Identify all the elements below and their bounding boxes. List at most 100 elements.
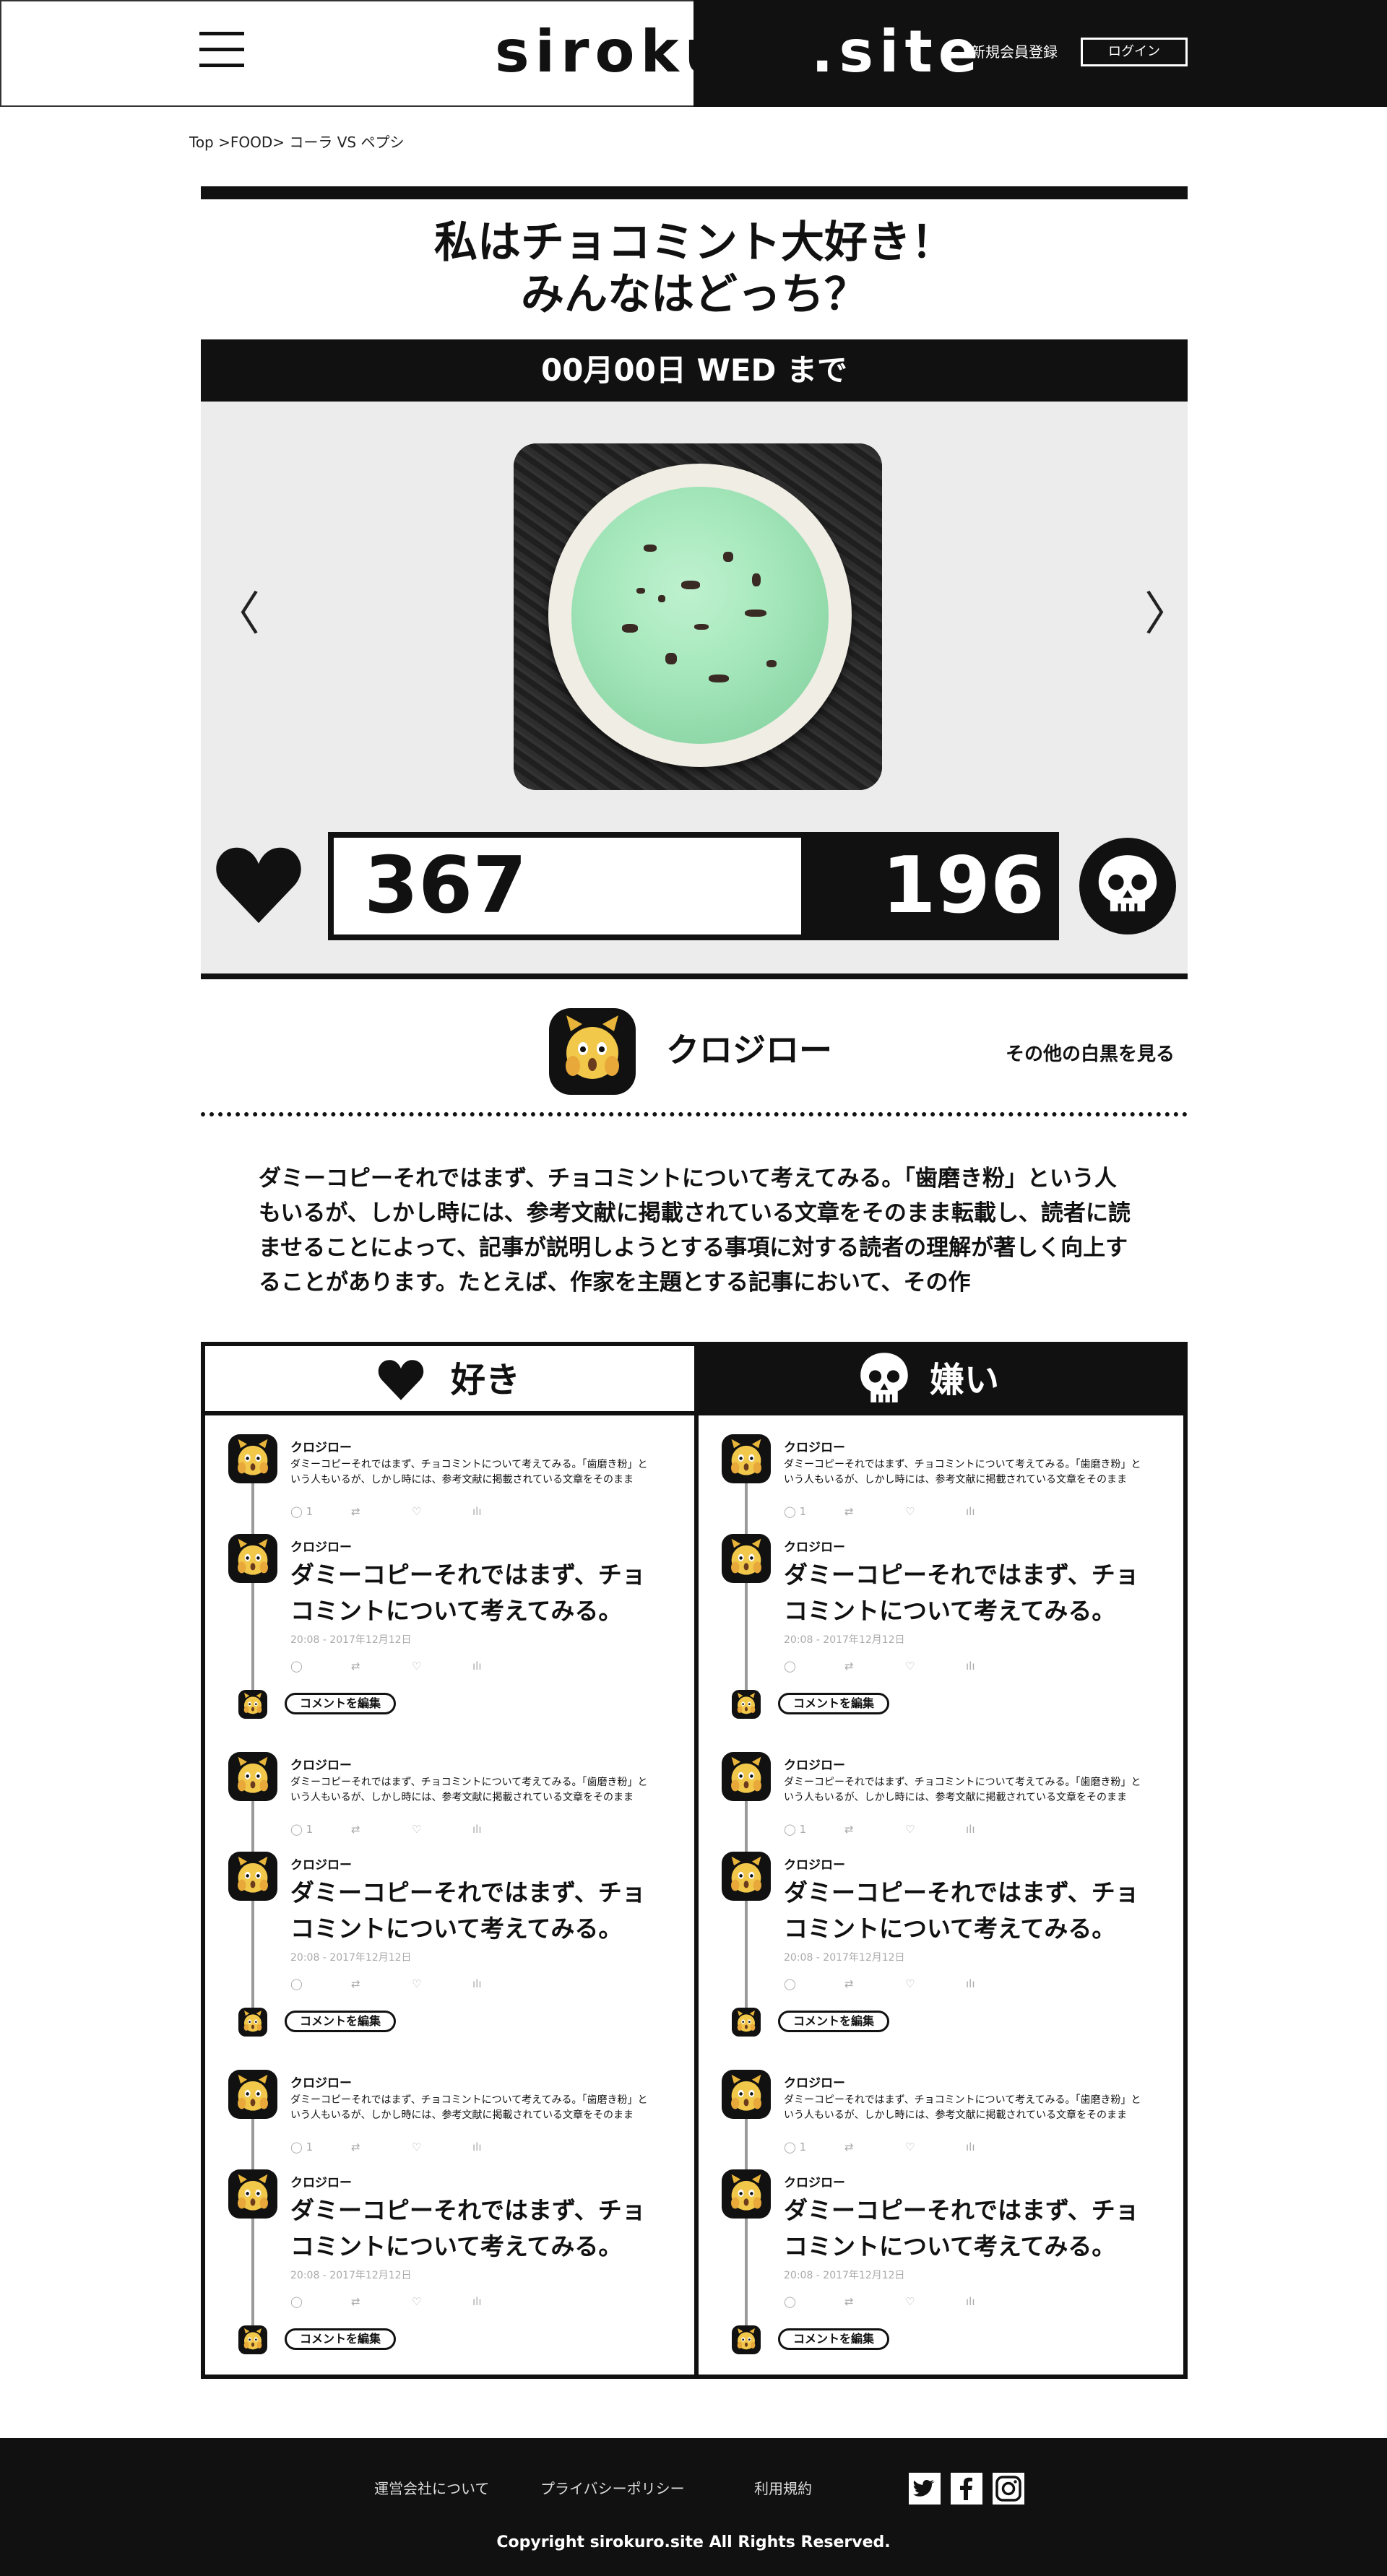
author-avatar[interactable] (549, 1008, 636, 1095)
retweet-icon[interactable]: ⇄ (351, 2295, 412, 2308)
like-icon[interactable]: ♡ (412, 1505, 472, 1518)
retweet-icon[interactable]: ⇄ (844, 2295, 905, 2308)
instagram-icon[interactable] (993, 2473, 1024, 2505)
stats-icon[interactable]: ılı (472, 1823, 533, 1836)
retweet-icon[interactable]: ⇄ (351, 1823, 412, 1836)
like-icon[interactable]: ♡ (905, 2141, 966, 2154)
stats-icon[interactable]: ılı (966, 1660, 1027, 1673)
like-icon[interactable]: ♡ (412, 2141, 472, 2154)
reply-icon[interactable]: ◯ (784, 2295, 844, 2308)
reply-icon[interactable]: ◯ 1 (784, 1823, 844, 1836)
commenter-avatar[interactable] (722, 1852, 771, 1901)
edit-comment-button[interactable]: コメントを編集 (285, 2011, 396, 2032)
header: sirokuro.site 新規会員登録 ログイン (0, 0, 1387, 107)
facebook-icon[interactable] (951, 2473, 982, 2505)
retweet-icon[interactable]: ⇄ (844, 1823, 905, 1836)
reply-icon[interactable]: ◯ 1 (290, 1505, 351, 1518)
footer-link-company[interactable]: 運営会社について (374, 2479, 489, 2499)
stats-icon[interactable]: ılı (966, 1505, 1027, 1518)
retweet-icon[interactable]: ⇄ (351, 1660, 412, 1673)
edit-comment-button[interactable]: コメントを編集 (285, 2328, 396, 2350)
like-icon[interactable]: ♡ (412, 1977, 472, 1990)
stats-icon[interactable]: ılı (966, 2141, 1027, 2154)
footer-link-privacy[interactable]: プライバシーポリシー (540, 2479, 685, 2499)
breadcrumb[interactable]: Top >FOOD> コーラ VS ペプシ (189, 133, 404, 152)
like-icon[interactable]: ♡ (905, 2295, 966, 2308)
retweet-icon[interactable]: ⇄ (844, 1660, 905, 1673)
like-icon[interactable]: ♡ (412, 1823, 472, 1836)
like-icon[interactable]: ♡ (905, 1660, 966, 1673)
twitter-icon[interactable] (909, 2473, 941, 2505)
commenter-name[interactable]: クロジロー (784, 2175, 845, 2191)
edit-comment-button[interactable]: コメントを編集 (778, 1693, 889, 1714)
commenter-name[interactable]: クロジロー (290, 2175, 352, 2191)
footer-link-terms[interactable]: 利用規約 (754, 2479, 812, 2499)
stats-icon[interactable]: ılı (966, 1823, 1027, 1836)
heart-icon[interactable] (214, 841, 303, 930)
commenter-avatar[interactable] (722, 1534, 771, 1583)
like-icon[interactable]: ♡ (905, 1505, 966, 1518)
edit-comment-button[interactable]: コメントを編集 (285, 1693, 396, 1714)
like-icon[interactable]: ♡ (412, 2295, 472, 2308)
commenter-name[interactable]: クロジロー (784, 1857, 845, 1873)
commenter-name[interactable]: クロジロー (784, 1540, 845, 1556)
commenter-avatar[interactable] (722, 1434, 771, 1483)
commenter-avatar[interactable] (722, 1752, 771, 1801)
commenter-avatar[interactable] (228, 2169, 277, 2219)
stats-icon[interactable]: ılı (472, 2141, 533, 2154)
retweet-icon[interactable]: ⇄ (844, 2141, 905, 2154)
stats-icon[interactable]: ılı (966, 2295, 1027, 2308)
login-button[interactable]: ログイン (1081, 38, 1188, 66)
comment-columns: 好き 嫌い クロジロー ダミーコピーそれではまず、チョコミントについて考えてみる。… (201, 1342, 1188, 2379)
reply-icon[interactable]: ◯ 1 (784, 2141, 844, 2154)
reply-icon[interactable]: ◯ (290, 1660, 351, 1673)
commenter-avatar[interactable] (228, 1752, 277, 1801)
stats-icon[interactable]: ılı (966, 1977, 1027, 1990)
retweet-icon[interactable]: ⇄ (844, 1505, 905, 1518)
edit-comment-button[interactable]: コメントを編集 (778, 2011, 889, 2032)
commenter-avatar[interactable] (228, 1434, 277, 1483)
reply-icon[interactable]: ◯ (784, 1977, 844, 1990)
commenter-avatar[interactable] (228, 1852, 277, 1901)
signup-link[interactable]: 新規会員登録 (971, 42, 1058, 62)
commenter-avatar[interactable] (722, 2070, 771, 2119)
author-name[interactable]: クロジロー (666, 1028, 832, 1072)
commenter-name[interactable]: クロジロー (784, 1758, 845, 1774)
reply-icon[interactable]: ◯ 1 (784, 1505, 844, 1518)
more-sirokuro-link[interactable]: その他の白黒を見る (1006, 1043, 1175, 1066)
stats-icon[interactable]: ılı (472, 1977, 533, 1990)
retweet-icon[interactable]: ⇄ (351, 1505, 412, 1518)
commenter-avatar[interactable] (228, 2070, 277, 2119)
skull-icon[interactable] (1079, 838, 1176, 934)
commenter-avatar[interactable] (228, 1534, 277, 1583)
commenter-name[interactable]: クロジロー (290, 1540, 352, 1556)
stats-icon[interactable]: ılı (472, 1660, 533, 1673)
like-icon[interactable]: ♡ (412, 1660, 472, 1673)
reply-icon[interactable]: ◯ (290, 2295, 351, 2308)
commenter-name[interactable]: クロジロー (290, 1857, 352, 1873)
reply-icon[interactable]: ◯ 1 (290, 1823, 351, 1836)
chevron-left-icon[interactable]: 〈 (214, 586, 260, 643)
reply-icon[interactable]: ◯ (290, 1977, 351, 1990)
stats-icon[interactable]: ılı (472, 1505, 533, 1518)
retweet-icon[interactable]: ⇄ (351, 1977, 412, 1990)
tab-like[interactable]: 好き (205, 1346, 694, 1415)
commenter-avatar[interactable] (722, 2169, 771, 2219)
chevron-right-icon[interactable]: 〉 (1144, 586, 1191, 643)
commenter-name[interactable]: クロジロー (290, 2076, 352, 2091)
commenter-name[interactable]: クロジロー (290, 1440, 352, 1456)
tab-dislike[interactable]: 嫌い (699, 1346, 1183, 1415)
hamburger-icon[interactable] (199, 29, 244, 71)
like-icon[interactable]: ♡ (905, 1977, 966, 1990)
retweet-icon[interactable]: ⇄ (351, 2141, 412, 2154)
reply-icon[interactable]: ◯ (784, 1660, 844, 1673)
commenter-name[interactable]: クロジロー (290, 1758, 352, 1774)
like-icon[interactable]: ♡ (905, 1823, 966, 1836)
commenter-name[interactable]: クロジロー (784, 2076, 845, 2091)
commenter-name[interactable]: クロジロー (784, 1440, 845, 1456)
site-logo[interactable]: sirokuro.site (495, 16, 977, 88)
stats-icon[interactable]: ılı (472, 2295, 533, 2308)
reply-icon[interactable]: ◯ 1 (290, 2141, 351, 2154)
edit-comment-button[interactable]: コメントを編集 (778, 2328, 889, 2350)
retweet-icon[interactable]: ⇄ (844, 1977, 905, 1990)
